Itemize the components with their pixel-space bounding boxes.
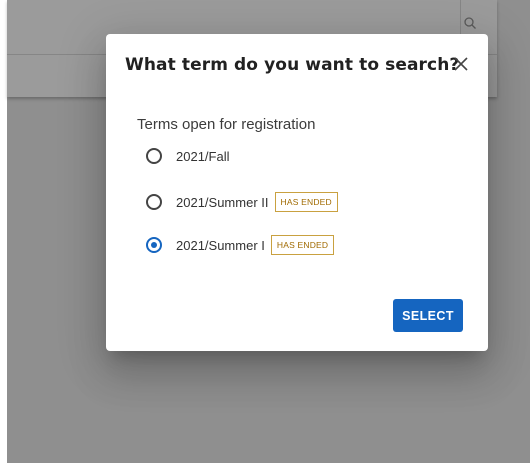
option-label: 2021/Fall [176,148,230,164]
page-edge [0,0,7,463]
close-icon[interactable] [451,54,471,74]
option-label: 2021/Summer I [176,237,265,253]
radio-button-selected[interactable] [146,237,162,253]
status-badge: HAS ENDED [270,235,335,255]
option-label: 2021/Summer II [176,194,269,210]
search-icon [464,17,476,29]
select-button[interactable]: SELECT [393,299,463,332]
section-label: Terms open for registration [137,116,316,133]
term-option-2021-summer-ii[interactable]: 2021/Summer II HAS ENDED [146,190,338,214]
dialog-title: What term do you want to search? [125,55,460,75]
term-option-2021-fall[interactable]: 2021/Fall [146,144,229,168]
term-select-dialog: What term do you want to search? Terms o… [106,34,488,351]
term-option-2021-summer-i[interactable]: 2021/Summer I HAS ENDED [146,233,335,257]
status-badge: HAS ENDED [274,192,338,212]
radio-button[interactable] [146,194,162,210]
radio-button[interactable] [146,148,162,164]
